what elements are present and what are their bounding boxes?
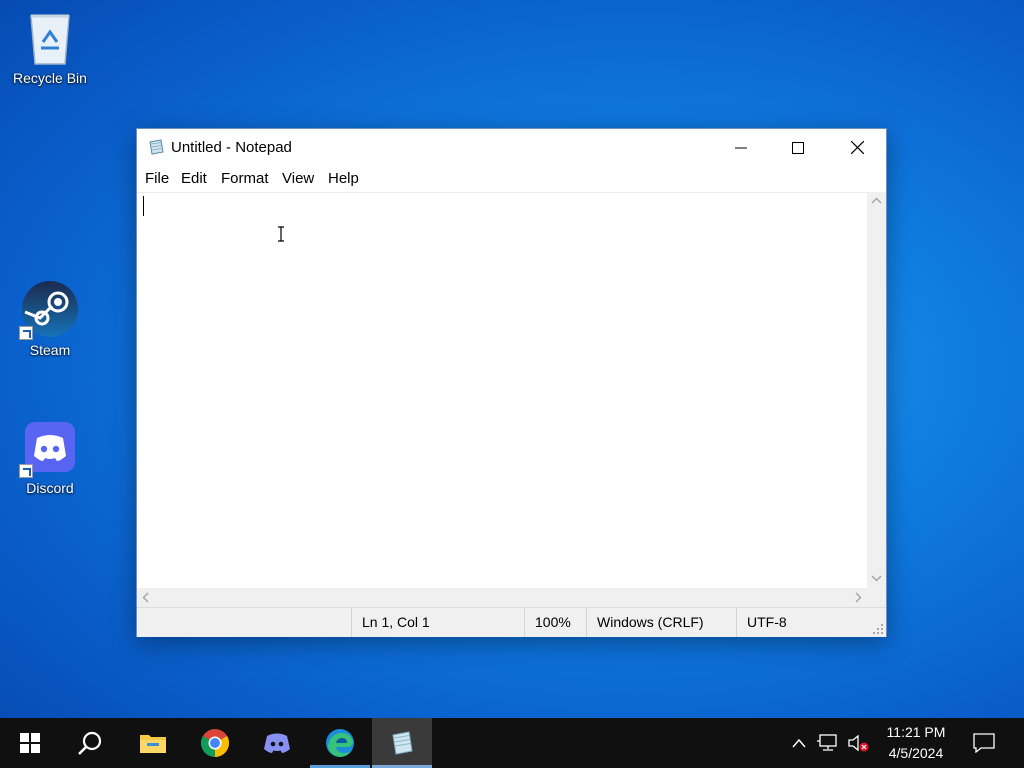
network-icon — [817, 734, 837, 751]
steam-icon — [19, 280, 79, 340]
desktop-icon-recycle-bin[interactable]: Recycle Bin — [8, 8, 92, 86]
menu-file[interactable]: File — [145, 170, 169, 187]
resize-grip-icon[interactable] — [872, 623, 884, 635]
taskbar-clock[interactable]: 11:21 PM 4/5/2024 — [868, 722, 964, 764]
status-encoding: UTF-8 — [736, 608, 866, 637]
menu-format[interactable]: Format — [221, 170, 269, 187]
close-button[interactable] — [828, 129, 886, 166]
scroll-left-icon[interactable] — [137, 588, 156, 607]
discord-icon — [264, 733, 290, 753]
network-button[interactable] — [814, 718, 842, 768]
text-caret — [143, 196, 144, 216]
windows-logo-icon — [20, 733, 40, 753]
desktop-icon-discord[interactable]: Discord — [8, 418, 92, 496]
clock-time: 11:21 PM — [886, 724, 946, 740]
notepad-window[interactable]: Untitled - Notepad File Edit Format View… — [136, 128, 887, 637]
notification-icon — [973, 733, 995, 753]
taskbar-notepad[interactable] — [372, 718, 432, 768]
scroll-down-icon[interactable] — [867, 569, 886, 588]
status-zoom: 100% — [524, 608, 586, 637]
status-position: Ln 1, Col 1 — [351, 608, 524, 637]
scroll-up-icon[interactable] — [867, 192, 886, 211]
show-hidden-icons-button[interactable] — [786, 718, 812, 768]
chevron-up-icon — [792, 738, 806, 748]
desktop-icon-steam[interactable]: Steam — [8, 280, 92, 358]
chrome-icon — [201, 729, 229, 757]
taskbar-file-explorer[interactable] — [123, 718, 183, 768]
close-icon — [850, 141, 864, 154]
scroll-right-icon[interactable] — [848, 588, 867, 607]
menu-bar: File Edit Format View Help — [137, 166, 886, 192]
taskbar-chrome[interactable] — [185, 718, 245, 768]
folder-icon — [140, 735, 166, 753]
window-title: Untitled - Notepad — [171, 139, 292, 156]
discord-icon — [19, 418, 79, 478]
desktop-icon-label: Discord — [26, 480, 74, 496]
notepad-icon — [147, 138, 165, 156]
desktop-icon-label: Recycle Bin — [13, 70, 87, 86]
action-center-button[interactable] — [962, 718, 1006, 768]
maximize-icon — [792, 141, 804, 154]
volume-muted-icon — [848, 734, 869, 752]
title-bar[interactable]: Untitled - Notepad — [137, 129, 886, 166]
search-icon — [78, 731, 102, 755]
status-line-ending: Windows (CRLF) — [586, 608, 736, 637]
clock-date: 4/5/2024 — [888, 745, 944, 761]
shortcut-arrow-icon — [19, 326, 33, 340]
vertical-scrollbar[interactable] — [867, 192, 886, 588]
menu-view[interactable]: View — [282, 170, 314, 187]
search-button[interactable] — [60, 718, 120, 768]
text-editor[interactable] — [137, 192, 867, 589]
menu-edit[interactable]: Edit — [181, 170, 207, 187]
taskbar-edge[interactable] — [310, 718, 370, 768]
maximize-button[interactable] — [769, 129, 827, 166]
ibeam-cursor-icon — [278, 226, 284, 242]
desktop-icon-label: Steam — [29, 342, 71, 358]
shortcut-arrow-icon — [19, 464, 33, 478]
minimize-button[interactable] — [712, 129, 770, 166]
taskbar-discord[interactable] — [247, 718, 307, 768]
recycle-bin-icon — [21, 8, 79, 66]
minimize-icon — [735, 147, 747, 148]
scrollbar-corner — [867, 588, 886, 607]
notepad-icon — [392, 731, 413, 755]
start-button[interactable] — [0, 718, 60, 768]
taskbar: 11:21 PM 4/5/2024 — [0, 718, 1024, 768]
horizontal-scrollbar[interactable] — [137, 588, 867, 607]
edge-icon — [326, 729, 354, 757]
status-bar: Ln 1, Col 1 100% Windows (CRLF) UTF-8 — [137, 607, 886, 637]
menu-help[interactable]: Help — [328, 170, 359, 187]
